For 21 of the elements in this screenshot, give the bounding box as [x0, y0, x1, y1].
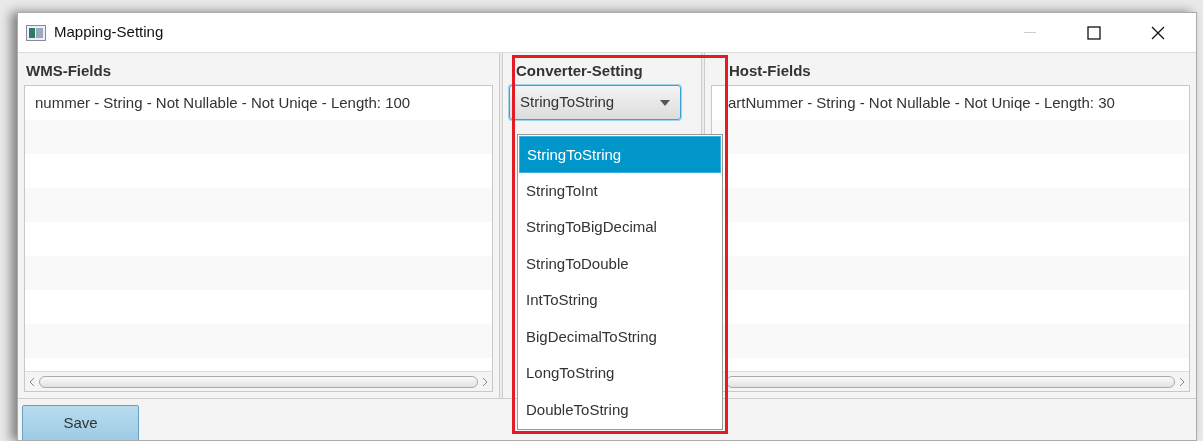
converter-dropdown[interactable]: StringToString	[509, 85, 681, 120]
dropdown-option[interactable]: StringToDouble	[519, 245, 721, 282]
minimize-icon	[1024, 31, 1036, 34]
dropdown-option[interactable]: BigDecimalToString	[519, 318, 721, 355]
panel-title: Host-Fields	[728, 61, 812, 81]
list-row[interactable]: artNummer - String - Not Nullable - Not Uniqe - Length: 30	[712, 86, 1189, 120]
save-button[interactable]: Save	[22, 405, 139, 440]
close-icon	[1151, 25, 1165, 40]
panel-title: WMS-Fields	[25, 61, 112, 81]
list-row[interactable]: nummer - String - Not Nullable - Not Uniqe - Length: 100	[25, 86, 492, 120]
maximize-icon	[1087, 25, 1101, 40]
scrollbar[interactable]	[25, 371, 492, 391]
app-icon	[26, 24, 46, 41]
dropdown-option[interactable]: StringToInt	[519, 172, 721, 209]
dropdown-option[interactable]: StringToBigDecimal	[519, 209, 721, 246]
dropdown-option[interactable]: LongToString	[519, 355, 721, 392]
panel-title: Converter-Setting	[515, 61, 644, 81]
caret-icon	[660, 99, 670, 106]
dropdown-option[interactable]: DoubleToString	[519, 391, 721, 428]
window-title: Mapping-Setting	[54, 22, 164, 43]
dropdown-option[interactable]: IntToString	[519, 282, 721, 319]
